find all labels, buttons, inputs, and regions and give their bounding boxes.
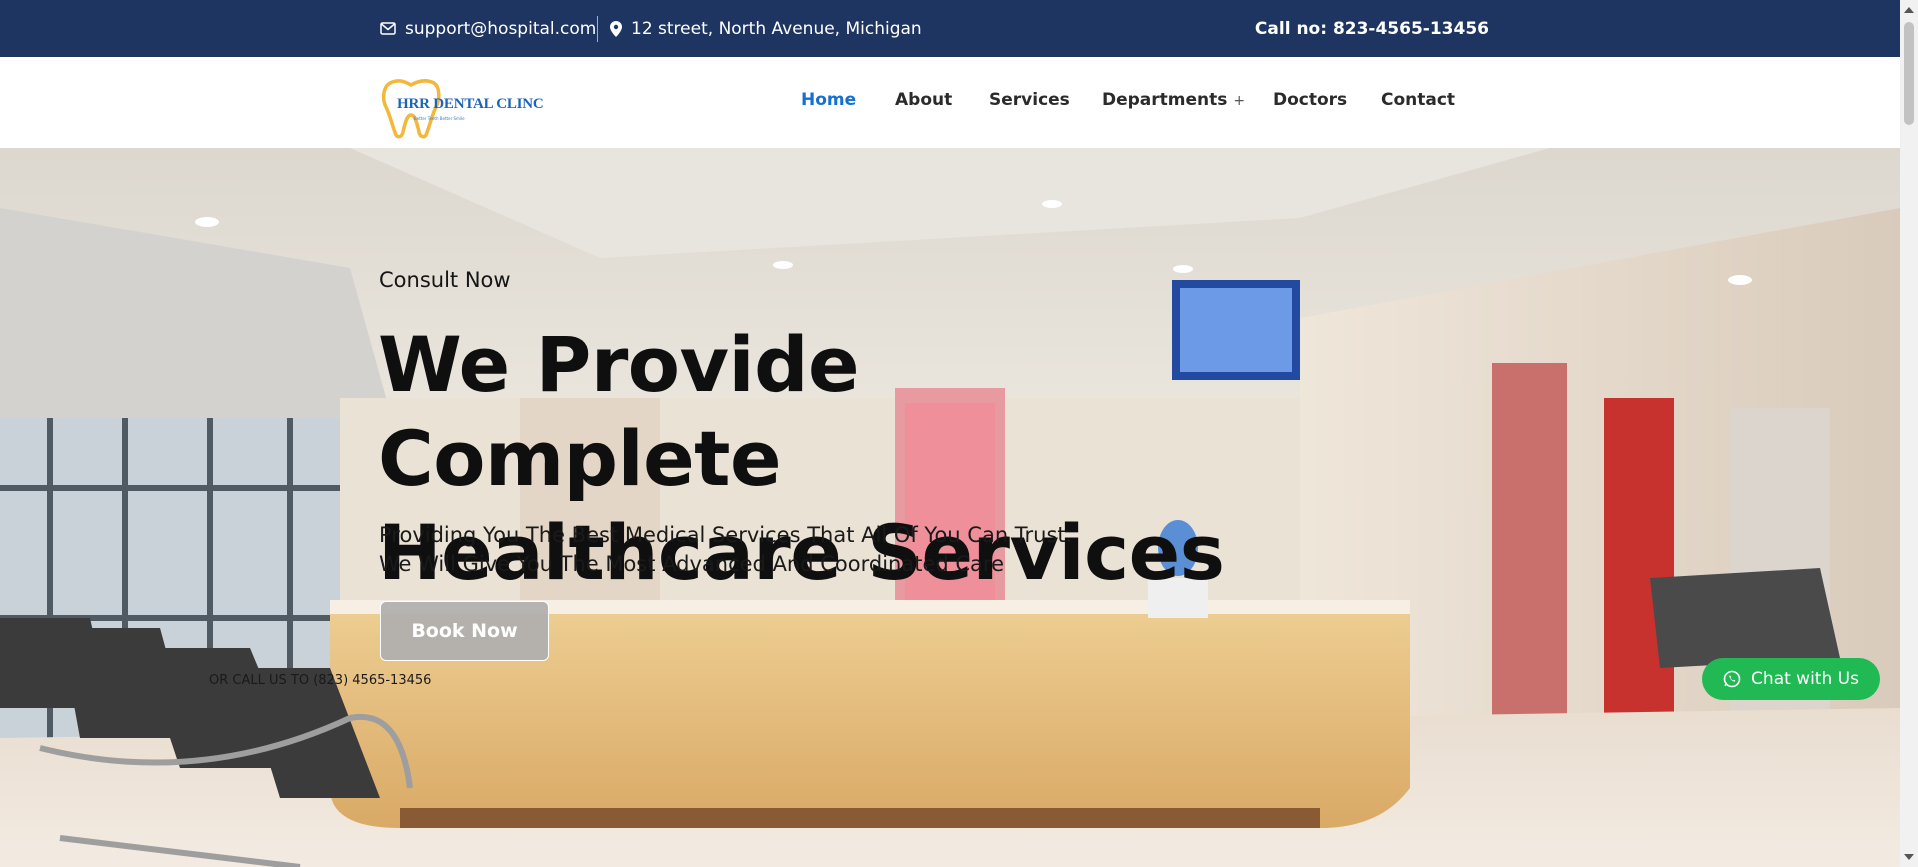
scroll-thumb[interactable] <box>1904 22 1914 125</box>
hero-eyebrow: Consult Now <box>379 268 511 292</box>
nav-services[interactable]: Services <box>989 90 1070 110</box>
top-info-bar: support@hospital.com 12 street, North Av… <box>0 0 1900 57</box>
call-number[interactable]: Call no: 823-4565-13456 <box>1255 0 1489 57</box>
site-header: HRR DENTAL CLINC Better Teeth Better Smi… <box>0 57 1900 148</box>
whatsapp-icon <box>1723 670 1741 688</box>
map-pin-icon <box>610 20 622 37</box>
nav-departments[interactable]: Departments + <box>1102 90 1245 110</box>
site-logo[interactable]: HRR DENTAL CLINC Better Teeth Better Smi… <box>380 77 544 139</box>
hero-desc-line2: We Will Give You The Most Advanced And C… <box>379 552 1004 576</box>
chat-with-us-button[interactable]: Chat with Us <box>1702 658 1880 700</box>
book-now-button[interactable]: Book Now <box>380 601 549 661</box>
nav-doctors[interactable]: Doctors <box>1273 90 1347 110</box>
page-scrollbar[interactable] <box>1900 0 1918 867</box>
logo-tagline: Better Teeth Better Smile <box>414 116 465 121</box>
support-email-text: support@hospital.com <box>405 18 597 39</box>
hero-title-line1: We Provide Complete <box>378 320 860 503</box>
support-email[interactable]: support@hospital.com <box>380 0 596 57</box>
nav-departments-label: Departments <box>1102 90 1228 110</box>
call-number-text: Call no: 823-4565-13456 <box>1254 18 1489 39</box>
logo-text: HRR DENTAL CLINC <box>397 96 544 112</box>
nav-home[interactable]: Home <box>801 90 856 110</box>
hero-desc-line1: Providing You The Best Medical Services … <box>379 523 1073 547</box>
scroll-down-icon[interactable] <box>1904 854 1914 860</box>
address: 12 street, North Avenue, Michigan <box>610 0 922 57</box>
nav-about[interactable]: About <box>895 90 952 110</box>
scroll-up-icon[interactable] <box>1904 7 1914 13</box>
hero-section: Consult Now We Provide Complete Healthca… <box>0 148 1900 867</box>
topbar-divider <box>597 16 598 42</box>
address-text: 12 street, North Avenue, Michigan <box>631 18 922 39</box>
plus-icon: + <box>1233 93 1246 109</box>
nav-contact[interactable]: Contact <box>1381 90 1455 110</box>
call-us-text[interactable]: OR CALL US TO (823) 4565-13456 <box>209 673 431 688</box>
envelope-icon <box>380 22 396 35</box>
chat-label: Chat with Us <box>1751 669 1859 689</box>
hero-description: Providing You The Best Medical Services … <box>379 521 1279 579</box>
